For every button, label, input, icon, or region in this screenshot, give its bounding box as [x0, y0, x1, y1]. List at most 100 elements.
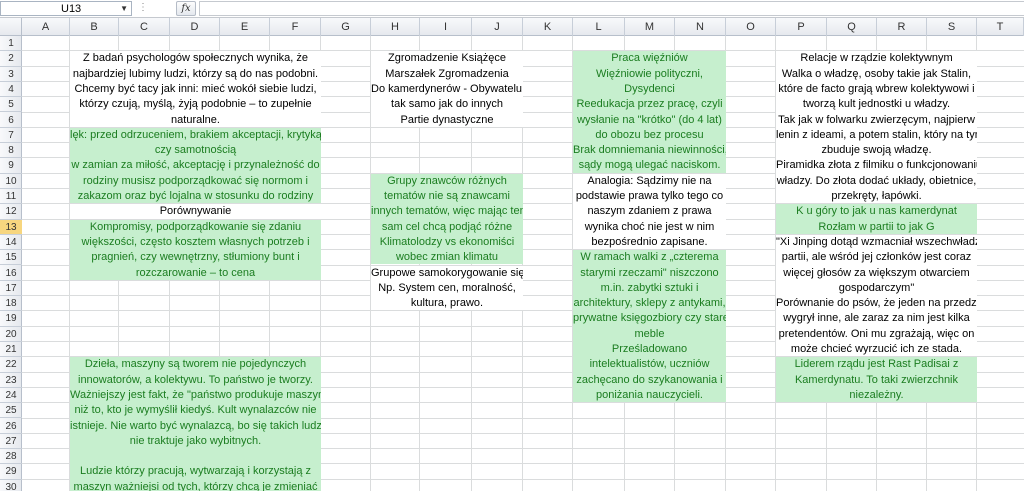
- row-header-7[interactable]: 7: [0, 128, 22, 144]
- cell-text-line: tworzą kult jednostki u władzy.: [802, 98, 951, 111]
- column-header-f[interactable]: F: [270, 18, 321, 36]
- cell-text-line: Prześladowano: [611, 343, 688, 355]
- column-header-h[interactable]: H: [371, 18, 420, 36]
- formula-input[interactable]: [199, 1, 1024, 16]
- column-header-n[interactable]: N: [675, 18, 726, 36]
- column-header-l[interactable]: L: [573, 18, 625, 36]
- column-header-o[interactable]: O: [726, 18, 776, 36]
- cell-text-line: najbardziej lubimy ludzi, którzy są do n…: [72, 67, 319, 80]
- cell-text-line: sądy mogą ulegać naciskom.: [578, 159, 721, 172]
- row-header-11[interactable]: 11: [0, 189, 22, 205]
- cell-text-line: Kompromisy, podporządkowanie się zdaniu: [89, 220, 302, 233]
- cell-text-line: naszym zdaniem z prawa: [587, 205, 712, 218]
- cell-text-line: Rozłam w partii to jak G: [818, 220, 935, 233]
- spreadsheet-grid: ABCDEFGHIJKLMNOPQRST 1 2 3 4 5 6 7 8 9 10 11 12 13 14…: [0, 18, 1024, 491]
- column-header-g[interactable]: G: [321, 18, 371, 36]
- cell-text-line: rozczarowanie – to cena: [135, 266, 256, 279]
- row-header-3[interactable]: 3: [0, 67, 22, 82]
- cell-text-line: przekręty, łapówki.: [831, 190, 922, 202]
- cell-text-line: może chcieć wyrzucić ich ze stada.: [790, 343, 963, 355]
- column-header-j[interactable]: J: [472, 18, 523, 36]
- row-header-13[interactable]: 13: [0, 219, 22, 235]
- cell-text-line: Partie dynastyczne: [400, 113, 494, 126]
- cell-text-line: w zamian za miłość, akceptację i przynal…: [71, 159, 320, 172]
- name-box[interactable]: U13 ▼: [0, 1, 132, 16]
- row-header-8[interactable]: 8: [0, 143, 22, 159]
- cell-text-line: zakazom oraz być lojalna w stosunku do r…: [77, 190, 314, 202]
- name-box-value: U13: [61, 3, 82, 15]
- cell-text-line: innowatorów, a kolektywu. To państwo je …: [78, 373, 313, 386]
- row-header-26[interactable]: 26: [0, 419, 22, 434]
- cell-text-line: meble: [634, 327, 665, 340]
- column-header-m[interactable]: M: [625, 18, 675, 36]
- cell-text-line: Tak jak w folwarku zwierzęcym, najpierw: [778, 113, 975, 126]
- row-header-15[interactable]: 15: [0, 250, 22, 266]
- row-header-4[interactable]: 4: [0, 82, 22, 98]
- cell-text-line: Grupowe samokorygowanie się: [371, 266, 523, 279]
- cell-text-line: innych tematów, więc mając ten: [371, 205, 523, 218]
- row-header-9[interactable]: 9: [0, 158, 22, 174]
- cell-text-line: Ludzie którzy pracują, wytwarzają i korz…: [79, 465, 312, 478]
- cell-text-line: więcej głosów za większym otwarciem: [783, 266, 970, 279]
- column-headers: ABCDEFGHIJKLMNOPQRST: [0, 18, 1024, 36]
- cell-text-line: Więźniowie polityczni,: [596, 67, 703, 80]
- column-header-k[interactable]: K: [523, 18, 573, 36]
- insert-function-button[interactable]: fx: [176, 1, 196, 16]
- column-header-t[interactable]: T: [977, 18, 1024, 36]
- row-header-10[interactable]: 10: [0, 174, 22, 189]
- cell-text-line: Walka o władzę, osoby takie jak Stalin,: [781, 67, 972, 80]
- row-header-6[interactable]: 6: [0, 113, 22, 128]
- row-header-16[interactable]: 16: [0, 266, 22, 281]
- row-header-17[interactable]: 17: [0, 281, 22, 297]
- column-header-e[interactable]: E: [220, 18, 270, 36]
- row-header-22[interactable]: 22: [0, 357, 22, 373]
- cell-text-line: większości, często kosztem własnych potr…: [81, 235, 310, 248]
- column-header-r[interactable]: R: [877, 18, 927, 36]
- column-header-b[interactable]: B: [70, 18, 119, 36]
- select-all-corner[interactable]: [0, 18, 22, 36]
- row-header-29[interactable]: 29: [0, 464, 22, 480]
- cell-text-line: podstawie prawa tylko tego co: [575, 190, 724, 202]
- cell-text-line: wysłanie na "krótko" (do 4 lat): [577, 113, 722, 126]
- row-header-28[interactable]: 28: [0, 449, 22, 465]
- cell-text-line: pragnień, czy wewnętrzny, stłumiony bunt…: [91, 251, 300, 264]
- row-header-1[interactable]: 1: [0, 36, 22, 52]
- row-header-25[interactable]: 25: [0, 403, 22, 419]
- cell-text-line: Relacje w rządzie kolektywnym: [800, 52, 953, 65]
- chevron-down-icon[interactable]: ▼: [120, 2, 128, 16]
- row-header-19[interactable]: 19: [0, 311, 22, 327]
- row-header-14[interactable]: 14: [0, 235, 22, 251]
- row-header-30[interactable]: 30: [0, 480, 22, 491]
- cell-text-line: lęk: przed odrzuceniem, brakiem akceptac…: [70, 128, 321, 141]
- row-header-20[interactable]: 20: [0, 327, 22, 342]
- column-header-q[interactable]: Q: [827, 18, 877, 36]
- cell-text-line: pretendentów. Oni mu zgrażają, więc on: [778, 327, 975, 340]
- cell-text-line: partii, ale wśród jej członków jest cora…: [781, 251, 972, 264]
- cell-text-line: Dysydenci: [624, 82, 675, 95]
- column-header-a[interactable]: A: [22, 18, 70, 36]
- row-header-23[interactable]: 23: [0, 373, 22, 388]
- row-header-18[interactable]: 18: [0, 296, 22, 312]
- row-header-27[interactable]: 27: [0, 434, 22, 450]
- column-header-s[interactable]: S: [927, 18, 977, 36]
- cell-text-line: lenin z ideami, a potem stalin, który na…: [776, 128, 977, 141]
- column-header-d[interactable]: D: [170, 18, 220, 36]
- cell-text-line: Do kamerdynerów - Obywatelu,: [371, 82, 523, 95]
- column-header-c[interactable]: C: [119, 18, 170, 36]
- cell-text-line: zbuduje swoją władzę.: [821, 144, 932, 157]
- row-header-5[interactable]: 5: [0, 97, 22, 113]
- cell-text-line: [70, 449, 321, 464]
- cell-text-line: Grupy znawców różnych: [387, 174, 507, 187]
- column-header-i[interactable]: I: [420, 18, 472, 36]
- cell-text-line: Porównywanie: [159, 205, 232, 218]
- row-header-21[interactable]: 21: [0, 342, 22, 358]
- row-header-12[interactable]: 12: [0, 204, 22, 220]
- row-header-2[interactable]: 2: [0, 51, 22, 67]
- row-header-24[interactable]: 24: [0, 388, 22, 404]
- cell-text-line: wynika choć nie jest w nim: [584, 220, 715, 233]
- cell-text-line: rodziny musisz podporządkować się normom…: [83, 174, 308, 187]
- cell-text-line: wygrył inne, ale zaraz za nim jest kilka: [783, 312, 970, 325]
- cell-area[interactable]: Z badań psychologów społecznych wynika, …: [22, 36, 1024, 491]
- cell-text-line: bezpośrednio zapisane.: [591, 235, 708, 248]
- column-header-p[interactable]: P: [776, 18, 827, 36]
